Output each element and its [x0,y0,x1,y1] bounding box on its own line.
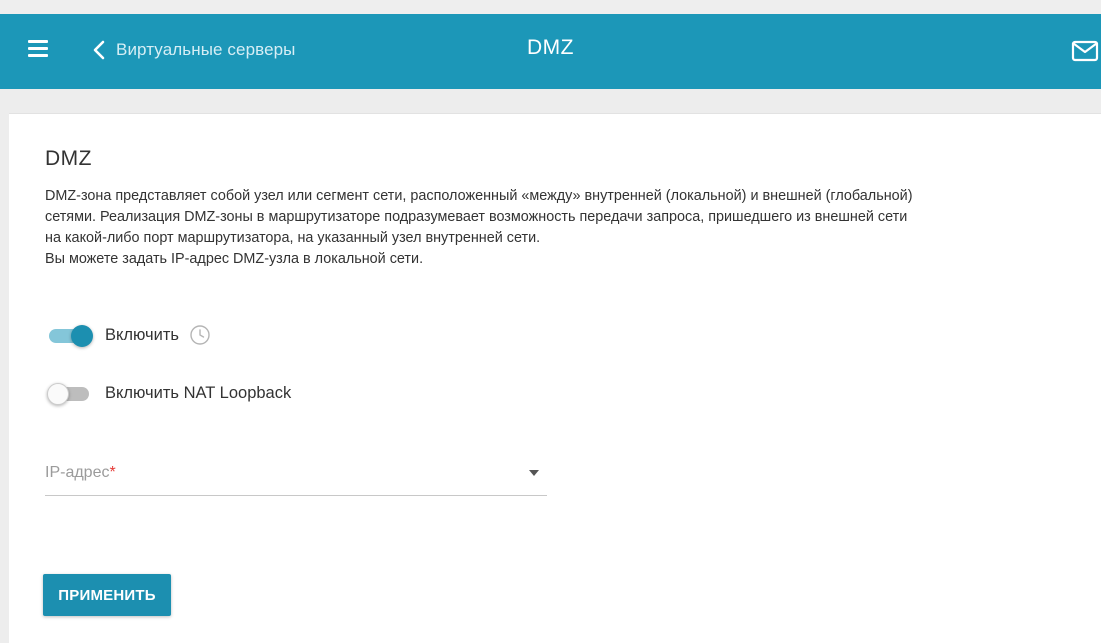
nat-loopback-label: Включить NAT Loopback [105,383,292,402]
clock-icon[interactable] [189,324,211,346]
toggle-knob [71,325,93,347]
enable-toggle[interactable] [45,323,93,347]
enable-label: Включить [105,325,180,344]
top-app-bar: Виртуальные серверы DMZ [0,0,1101,89]
section-title: DMZ [45,147,92,170]
ip-address-label: IP-адрес* [45,464,116,482]
dropdown-arrow-icon [529,470,539,476]
nat-loopback-row: Включить NAT Loopback [45,381,291,405]
ip-address-label-text: IP-адрес [45,464,110,481]
page-title: DMZ [527,36,574,59]
apply-button[interactable]: ПРИМЕНИТЬ [43,574,171,616]
mail-icon[interactable] [1071,40,1099,62]
nat-loopback-toggle[interactable] [45,381,93,405]
description-line: DMZ-зона представляет собой узел или сег… [45,188,913,204]
description-line: сетями. Реализация DMZ-зоны в маршрутиза… [45,209,908,225]
toggle-knob [47,383,69,405]
ip-address-select[interactable]: IP-адрес* [45,454,547,496]
description-line: на какой-либо порт маршрутизатора, на ук… [45,230,541,246]
section-description: DMZ-зона представляет собой узел или сег… [45,186,1085,270]
enable-row: Включить [45,323,211,347]
required-mark: * [109,464,116,481]
description-line: Вы можете задать IP-адрес DMZ-узла в лок… [45,251,424,267]
dmz-settings-card: DMZ DMZ-зона представляет собой узел или… [9,113,1101,643]
